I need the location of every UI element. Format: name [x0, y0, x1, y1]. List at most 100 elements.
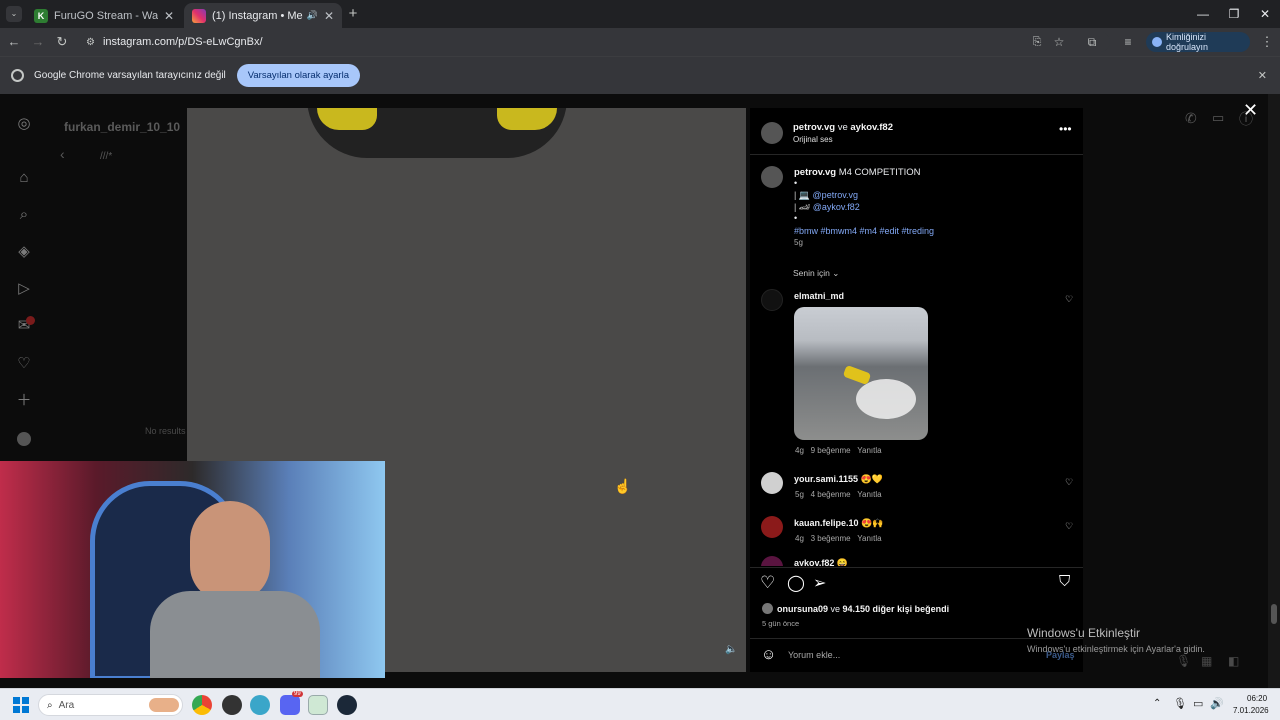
comment-like-heart-icon[interactable]: ♡ — [1065, 477, 1073, 488]
save-bookmark-icon[interactable]: ⛉ — [1059, 573, 1070, 590]
restore-icon[interactable]: ❐ — [1219, 4, 1249, 24]
install-app-icon[interactable]: ⎘ — [1027, 32, 1047, 52]
call-phone-icon[interactable]: ✆ — [1185, 110, 1197, 127]
new-tab-button[interactable]: + — [346, 5, 360, 22]
comment-avatar[interactable] — [761, 472, 783, 494]
tab-instagram[interactable]: (1) Instagram • Mesajlar 🔊 ✕ — [184, 3, 342, 28]
instagram-logo-icon[interactable]: ◎ — [14, 114, 34, 134]
caption-dot: • — [794, 178, 798, 188]
chrome-taskbar-icon[interactable] — [192, 695, 212, 715]
clock-date[interactable]: 7.01.2026 — [1233, 706, 1269, 715]
page-scrollbar[interactable] — [1268, 94, 1280, 688]
caption-avatar[interactable] — [761, 166, 783, 188]
chat-search-text[interactable]: ///* — [100, 151, 112, 162]
more-options-icon[interactable]: ••• — [1059, 122, 1072, 136]
forward-icon[interactable]: → — [28, 32, 48, 52]
comment-avatar[interactable] — [761, 556, 783, 566]
search-icon[interactable]: ⌕ — [14, 205, 34, 225]
tab-search-button[interactable]: ⌄ — [6, 6, 22, 22]
comment-sort[interactable]: Senin için ⌄ — [793, 268, 839, 279]
liked-count[interactable]: 94.150 diğer kişi — [843, 604, 913, 614]
scrollbar-thumb[interactable] — [1271, 604, 1277, 624]
tray-chevron-icon[interactable]: ⌃ — [1153, 698, 1161, 709]
share-send-icon[interactable]: ➢ — [813, 573, 826, 593]
comment-avatar[interactable] — [761, 516, 783, 538]
close-infobar-icon[interactable]: ✕ — [1258, 69, 1267, 82]
speaker-icon[interactable]: 🔊 — [307, 10, 318, 21]
emoji-icon[interactable]: ☺ — [761, 646, 776, 663]
audio-label[interactable]: Orijinal ses — [793, 135, 833, 144]
extensions-icon[interactable]: ⧉ — [1082, 32, 1102, 52]
network-icon[interactable]: ▭ — [1193, 697, 1203, 710]
bookmark-star-icon[interactable]: ☆ — [1049, 32, 1069, 52]
profile-avatar-icon — [1152, 37, 1162, 47]
reply-button[interactable]: Yanıtla — [857, 534, 881, 543]
close-tab-icon[interactable]: ✕ — [324, 9, 334, 23]
address-bar[interactable]: ⚙ instagram.com/p/DS-eLwCgnBx/ — [80, 32, 1110, 52]
mention-aykov[interactable]: @aykov.f82 — [813, 202, 860, 212]
close-window-icon[interactable]: ✕ — [1250, 4, 1280, 24]
steam-icon[interactable] — [337, 695, 357, 715]
comment-likes[interactable]: 3 beğenme — [811, 534, 851, 543]
tray-mic-icon[interactable]: 🎙 — [1173, 697, 1187, 710]
chat-back-chevron-icon[interactable]: ‹ — [60, 146, 65, 162]
clock-time[interactable]: 06:20 — [1247, 694, 1267, 703]
comment-like-heart-icon[interactable]: ♡ — [1065, 294, 1073, 305]
comment-user[interactable]: aykov.f82 — [794, 558, 834, 566]
menu-kebab-icon[interactable]: ⋮ — [1257, 32, 1277, 52]
site-info-icon[interactable]: ⚙ — [86, 37, 95, 48]
hashtags[interactable]: #bmw #bmwm4 #m4 #edit #treding — [794, 226, 934, 236]
mute-speaker-icon[interactable]: 🔈 — [725, 644, 737, 655]
comment-input[interactable]: Yorum ekle... — [788, 650, 840, 660]
close-tab-icon[interactable]: ✕ — [164, 9, 174, 23]
notifications-heart-icon[interactable]: ♡ — [14, 354, 34, 374]
reply-button[interactable]: Yanıtla — [857, 490, 881, 499]
laptop-icon: | 💻 — [794, 190, 813, 200]
discord-icon[interactable]: 99 — [280, 691, 303, 715]
reels-icon[interactable]: ▷ — [14, 279, 34, 299]
tab-furugo[interactable]: K FuruGO Stream - Watch Live on ✕ — [26, 3, 182, 28]
comment-user[interactable]: your.sami.1155 — [794, 474, 858, 484]
header-user2[interactable]: aykov.f82 — [850, 122, 893, 133]
profile-avatar[interactable] — [17, 432, 31, 446]
header-user1[interactable]: petrov.vg — [793, 122, 835, 133]
liker-avatar[interactable] — [762, 603, 773, 614]
create-plus-icon[interactable]: ＋ — [14, 391, 34, 411]
app-icon[interactable] — [250, 695, 270, 715]
comment-user[interactable]: kauan.felipe.10 — [794, 518, 859, 528]
comment-user[interactable]: elmatni_md — [794, 291, 844, 301]
app-icon[interactable] — [222, 695, 242, 715]
comment-image[interactable] — [794, 307, 928, 440]
liked-user[interactable]: onursuna09 — [777, 604, 828, 614]
app-icon[interactable] — [308, 695, 328, 715]
mention-petrov[interactable]: @petrov.vg — [813, 190, 859, 200]
windows-start-icon[interactable] — [13, 697, 29, 713]
mic-icon[interactable]: 🎙 — [1176, 654, 1191, 668]
image-icon[interactable]: ▦ — [1201, 654, 1212, 668]
comment-like-heart-icon[interactable]: ♡ — [1065, 521, 1073, 532]
back-icon[interactable]: ← — [4, 32, 24, 52]
video-call-icon[interactable]: ▭ — [1212, 110, 1224, 126]
taskbar-search[interactable]: ⌕ Ara — [38, 694, 183, 716]
like-heart-icon[interactable]: ♡ — [760, 573, 775, 593]
home-icon[interactable]: ⌂ — [14, 168, 34, 188]
reading-list-icon[interactable]: ≡ — [1118, 32, 1138, 52]
caption-user[interactable]: petrov.vg — [794, 167, 836, 178]
explore-icon[interactable]: ◈ — [14, 242, 34, 262]
comment-likes[interactable]: 4 beğenme — [811, 490, 851, 499]
url-text: instagram.com/p/DS-eLwCgnBx/ — [102, 36, 263, 48]
tab-strip: ⌄ K FuruGO Stream - Watch Live on ✕ (1) … — [0, 0, 1280, 28]
reload-icon[interactable]: ↻ — [52, 32, 72, 52]
furugo-icon: K — [34, 8, 48, 23]
sticker-icon[interactable]: ◧ — [1228, 654, 1239, 668]
author-avatar[interactable] — [761, 122, 783, 144]
comment-likes[interactable]: 9 beğenme — [811, 446, 851, 455]
volume-icon[interactable]: 🔊 — [1210, 697, 1224, 710]
set-default-button[interactable]: Varsayılan olarak ayarla — [236, 64, 360, 87]
minimize-icon[interactable]: — — [1188, 4, 1218, 24]
comment-avatar[interactable] — [761, 289, 783, 311]
reply-button[interactable]: Yanıtla — [857, 446, 881, 455]
profile-verify-button[interactable]: Kimliğinizi doğrulayın — [1146, 32, 1250, 52]
comment-bubble-icon[interactable]: ◯ — [787, 573, 805, 593]
close-modal-icon[interactable]: ✕ — [1243, 100, 1258, 121]
